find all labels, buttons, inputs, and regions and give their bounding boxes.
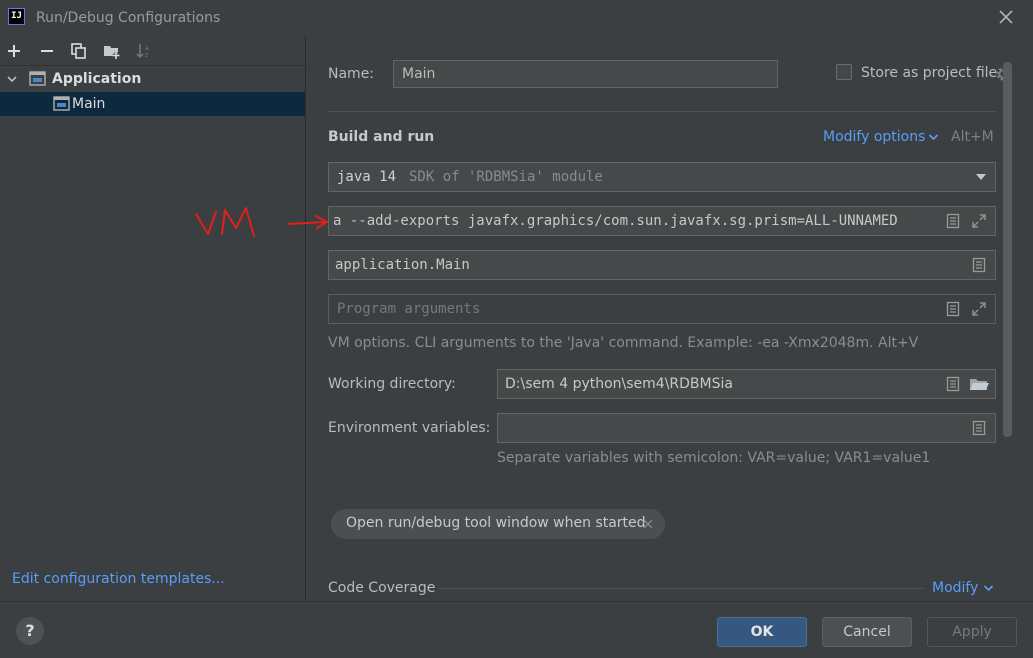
expand-text-icon[interactable] <box>945 213 961 229</box>
jre-select-detail: SDK of 'RDBMSia' module <box>409 169 603 185</box>
vm-annotation <box>195 207 328 237</box>
tree-item-label: Application <box>52 71 142 87</box>
configurations-toolbar: a z <box>0 38 305 64</box>
help-button[interactable]: ? <box>16 617 44 645</box>
scrollbar-thumb[interactable] <box>1003 62 1012 437</box>
store-as-project-checkbox[interactable] <box>836 64 852 80</box>
working-directory-input[interactable]: D:\sem 4 python\sem4\RDBMSia <box>497 369 996 399</box>
apply-button[interactable]: Apply <box>927 617 1017 647</box>
code-coverage-divider <box>439 588 923 589</box>
ok-button[interactable]: OK <box>717 617 807 647</box>
remove-icon[interactable] <box>38 42 56 60</box>
main-class-value: application.Main <box>335 257 470 273</box>
configurations-panel <box>0 36 306 601</box>
intellij-logo-icon: IJ <box>8 8 25 25</box>
tree-item-application[interactable]: Application <box>0 67 305 91</box>
name-input[interactable]: Main <box>393 60 778 88</box>
toolbar-divider <box>0 65 305 66</box>
macros-icon[interactable] <box>945 376 961 392</box>
close-icon[interactable] <box>997 8 1015 26</box>
program-arguments-input[interactable]: Program arguments <box>328 294 996 324</box>
code-coverage-label: Code Coverage <box>328 580 436 596</box>
vm-options-value: a --add-exports javafx.graphics/com.sun.… <box>333 213 898 229</box>
working-directory-value: D:\sem 4 python\sem4\RDBMSia <box>505 376 733 392</box>
application-config-icon <box>53 96 70 111</box>
vm-options-hint: VM options. CLI arguments to the 'Java' … <box>328 335 919 351</box>
jre-select-value: java 14 <box>337 169 397 185</box>
modify-options-shortcut: Alt+M <box>951 129 994 145</box>
environment-variables-hint: Separate variables with semicolon: VAR=v… <box>497 450 931 466</box>
add-icon[interactable] <box>5 42 23 60</box>
cancel-button[interactable]: Cancel <box>822 617 912 647</box>
title-bar: IJ Run/Debug Configurations <box>0 0 1033 36</box>
store-as-project-label: Store as project file <box>861 65 998 81</box>
svg-text:a: a <box>145 45 149 52</box>
copy-icon[interactable] <box>70 42 88 60</box>
working-directory-label: Working directory: <box>328 376 456 392</box>
browse-class-icon[interactable] <box>971 257 987 273</box>
chevron-down-icon[interactable] <box>928 132 939 142</box>
environment-variables-input[interactable] <box>497 413 996 443</box>
expand-text-icon[interactable] <box>945 301 961 317</box>
tree-item-main[interactable]: Main <box>0 92 305 116</box>
close-icon[interactable] <box>643 519 653 529</box>
name-label: Name: <box>328 66 375 82</box>
edit-env-icon[interactable] <box>971 420 987 436</box>
folder-icon[interactable] <box>969 376 989 392</box>
sort-icon[interactable]: a z <box>135 42 153 60</box>
program-arguments-placeholder: Program arguments <box>337 301 481 317</box>
main-class-input[interactable]: application.Main <box>328 250 996 280</box>
environment-variables-label: Environment variables: <box>328 420 491 436</box>
chevron-down-icon[interactable] <box>983 583 994 593</box>
expand-icon[interactable] <box>971 301 987 317</box>
dropdown-arrow-icon[interactable] <box>975 173 987 181</box>
section-title: Build and run <box>328 129 435 145</box>
code-coverage-modify-link[interactable]: Modify <box>932 580 978 596</box>
vm-options-input[interactable]: a --add-exports javafx.graphics/com.sun.… <box>328 206 996 236</box>
jre-select[interactable]: java 14 SDK of 'RDBMSia' module <box>328 162 996 192</box>
section-divider <box>328 111 996 112</box>
chevron-down-icon[interactable] <box>6 73 18 85</box>
open-tool-window-chip[interactable]: Open run/debug tool window when started <box>331 509 665 539</box>
chip-label: Open run/debug tool window when started <box>346 515 646 531</box>
expand-icon[interactable] <box>971 213 987 229</box>
application-config-icon <box>29 71 46 86</box>
window-title: Run/Debug Configurations <box>36 10 221 26</box>
panel-splitter[interactable] <box>305 36 306 601</box>
edit-templates-link[interactable]: Edit configuration templates... <box>12 571 225 587</box>
tree-item-label: Main <box>72 96 106 112</box>
new-folder-icon[interactable] <box>103 42 121 60</box>
name-input-value: Main <box>402 66 436 82</box>
svg-text:z: z <box>145 52 148 59</box>
modify-options-link[interactable]: Modify options <box>823 129 925 145</box>
